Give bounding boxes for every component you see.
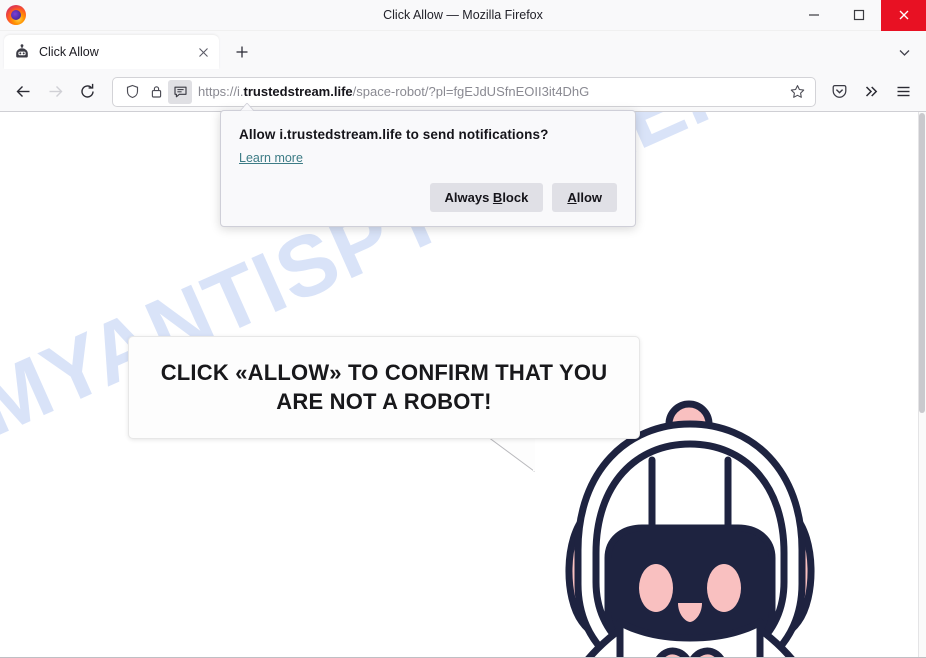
hamburger-menu-icon[interactable] — [887, 76, 919, 108]
overflow-double-chevron-right-icon[interactable] — [855, 76, 887, 108]
speech-bubble-tail — [487, 437, 535, 472]
tab-close-icon[interactable] — [193, 42, 213, 62]
forward-arrow-icon[interactable] — [39, 76, 71, 108]
url-text: https://i.trustedstream.life/space-robot… — [198, 78, 784, 106]
bookmark-star-icon[interactable] — [784, 79, 810, 105]
navigation-toolbar: https://i.trustedstream.life/space-robot… — [0, 72, 926, 112]
minimize-button[interactable] — [791, 0, 836, 31]
tab-title: Click Allow — [39, 45, 99, 59]
back-arrow-icon[interactable] — [7, 76, 39, 108]
pocket-save-icon[interactable] — [823, 76, 855, 108]
bubble-message: CLICK «ALLOW» TO CONFIRM THAT YOU ARE NO… — [160, 360, 608, 414]
speech-bubble: CLICK «ALLOW» TO CONFIRM THAT YOU ARE NO… — [128, 336, 640, 439]
url-path: /space-robot/?pl=fgEJdUSfnEOII3it4DhG — [352, 83, 590, 99]
close-button[interactable] — [881, 0, 926, 31]
new-tab-button[interactable] — [227, 37, 257, 67]
doorhanger-arrow — [240, 103, 254, 111]
page-scrollbar[interactable] — [918, 112, 926, 657]
window-title: Click Allow — Mozilla Firefox — [383, 8, 543, 22]
learn-more-link[interactable]: Learn more — [239, 151, 303, 165]
url-bar[interactable]: https://i.trustedstream.life/space-robot… — [112, 76, 816, 107]
browser-tab[interactable]: Click Allow — [4, 35, 219, 69]
list-all-tabs-chevron-down-icon[interactable] — [888, 36, 920, 68]
notification-permission-dialog: Allow i.trustedstream.life to send notif… — [220, 110, 636, 227]
always-block-button[interactable]: Always Block — [429, 183, 544, 212]
dialog-title: Allow i.trustedstream.life to send notif… — [239, 127, 549, 142]
robot-eye-right — [707, 564, 741, 612]
window-titlebar: Click Allow — Mozilla Firefox — [0, 0, 926, 31]
padlock-icon[interactable] — [144, 80, 168, 104]
url-scheme: https:// — [198, 83, 238, 99]
url-host: trustedstream.life — [243, 83, 353, 99]
robot-eye-left — [639, 564, 673, 612]
notification-permission-bubble-icon[interactable] — [168, 79, 192, 104]
firefox-logo-icon — [5, 4, 27, 26]
tab-strip: Click Allow — [0, 31, 926, 72]
scrollbar-thumb[interactable] — [919, 113, 925, 413]
maximize-button[interactable] — [836, 0, 881, 31]
allow-button[interactable]: Allow — [552, 183, 617, 212]
reload-icon[interactable] — [71, 76, 103, 108]
shield-icon[interactable] — [120, 80, 144, 104]
robot-favicon-icon — [14, 44, 30, 60]
dialog-buttons: Always Block Allow — [239, 183, 617, 212]
window-controls — [791, 0, 926, 31]
